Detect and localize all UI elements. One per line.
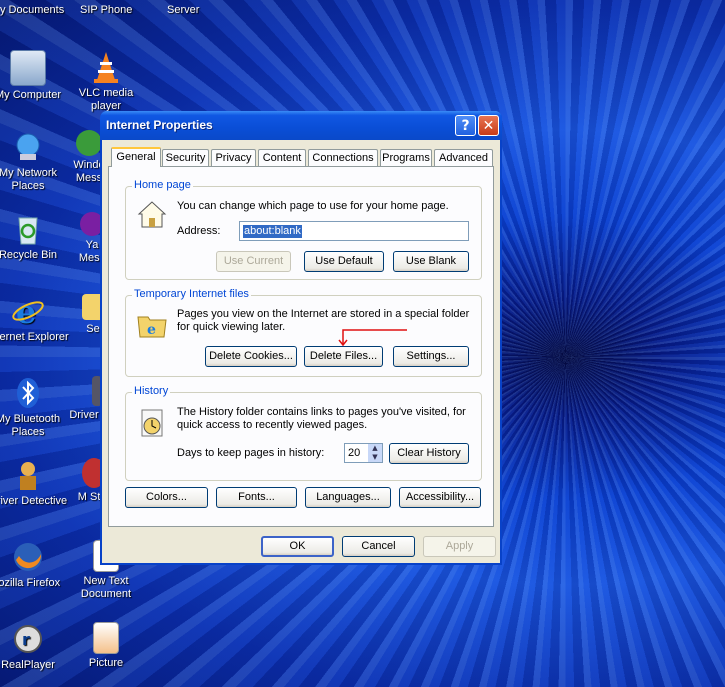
icon-label: My Network Places (0, 167, 58, 192)
icon-label: Driver Detective (0, 495, 68, 507)
icon-label: VLC media player (78, 87, 134, 112)
cancel-button[interactable]: Cancel (342, 536, 415, 557)
red-arrow-annotation (338, 329, 407, 347)
picture-icon (93, 622, 119, 654)
history-clock-icon (136, 406, 168, 438)
history-group-title: History (132, 385, 171, 397)
desktop-icon-firefox[interactable]: lozilla Firefox (0, 540, 70, 590)
spin-down-icon[interactable]: ▼ (368, 453, 382, 462)
use-current-button[interactable]: Use Current (216, 251, 291, 272)
days-label: Days to keep pages in history: (177, 447, 325, 459)
days-value: 20 (348, 447, 361, 459)
tab-general[interactable]: General (111, 147, 161, 167)
history-group: History The History folder contains link… (125, 385, 482, 481)
house-icon (136, 199, 168, 231)
colors-button[interactable]: Colors... (125, 487, 208, 508)
home-page-group: Home page You can change which page to u… (125, 179, 482, 280)
svg-text:r: r (22, 630, 30, 649)
tab-content[interactable]: Content (258, 149, 306, 166)
desktop-label-sip-phone[interactable]: SIP Phone (80, 4, 132, 16)
ok-button[interactable]: OK (261, 536, 334, 557)
tab-programs[interactable]: Programs (380, 149, 432, 166)
address-label: Address: (177, 225, 221, 237)
bluetooth-icon (11, 376, 45, 410)
vlc-cone-icon (89, 50, 123, 84)
title-bar[interactable]: Internet Properties ? ✕ (100, 111, 502, 140)
tab-security[interactable]: Security (162, 149, 209, 166)
firefox-icon (11, 540, 45, 574)
fonts-button[interactable]: Fonts... (216, 487, 297, 508)
driver-detective-icon (11, 458, 45, 492)
svg-text:e: e (147, 322, 156, 338)
computer-icon (10, 50, 46, 86)
temp-files-group: Temporary Internet files e Pages you vie… (125, 288, 482, 377)
tab-privacy[interactable]: Privacy (211, 149, 256, 166)
icon-label: lozilla Firefox (0, 577, 61, 589)
desktop-icon-internet-explorer[interactable]: e Internet Explorer (0, 293, 70, 344)
desktop-icon-recycle-bin[interactable]: Recycle Bin (0, 212, 70, 262)
icon-label: Picture (88, 657, 124, 669)
network-places-icon (11, 130, 45, 164)
messenger-icon (76, 130, 102, 156)
languages-button[interactable]: Languages... (305, 487, 391, 508)
icon-label: Recycle Bin (0, 249, 58, 261)
desktop-icon-network-places[interactable]: My Network Places (0, 130, 70, 193)
icon-label: Driver (69, 409, 99, 421)
desktop-icon-picture[interactable]: Picture (64, 622, 148, 670)
address-value: about:blank (243, 225, 302, 238)
temp-files-description-line2: for quick viewing later. (177, 321, 286, 333)
internet-properties-dialog: Internet Properties ? ✕ General Security… (100, 111, 502, 565)
desktop-label-server[interactable]: Server (167, 4, 199, 16)
realplayer-icon: r (11, 622, 45, 656)
apply-button[interactable]: Apply (423, 536, 496, 557)
history-description-line1: The History folder contains links to pag… (177, 406, 466, 418)
icon-label: My Bluetooth Places (0, 413, 61, 438)
temp-files-group-title: Temporary Internet files (132, 288, 251, 300)
internet-explorer-icon: e (11, 293, 45, 331)
home-page-group-title: Home page (132, 179, 193, 191)
use-default-button[interactable]: Use Default (304, 251, 384, 272)
desktop-icon-realplayer[interactable]: r RealPlayer (0, 622, 70, 672)
desktop-icon-vlc[interactable]: VLC media player (64, 50, 148, 113)
icon-label: Internet Explorer (0, 331, 69, 343)
days-stepper[interactable]: 20 ▲ ▼ (344, 443, 383, 463)
tab-advanced[interactable]: Advanced (434, 149, 493, 166)
desktop-icon-bluetooth[interactable]: My Bluetooth Places (0, 376, 70, 439)
delete-cookies-button[interactable]: Delete Cookies... (205, 346, 297, 367)
icon-label: My Computer (0, 89, 62, 101)
tab-connections[interactable]: Connections (308, 149, 378, 166)
desktop-icon-my-computer[interactable]: My Computer (0, 50, 70, 102)
desktop-label-my-documents[interactable]: y Documents (0, 4, 64, 16)
svg-text:e: e (16, 294, 36, 328)
temp-files-description-line1: Pages you view on the Internet are store… (177, 308, 470, 320)
desktop-icon-driver[interactable]: Driver (64, 376, 104, 422)
recycle-bin-icon (11, 212, 45, 246)
icon-label: RealPlayer (1, 659, 55, 671)
help-button[interactable]: ? (455, 115, 476, 136)
address-field[interactable]: about:blank (239, 221, 469, 241)
settings-button[interactable]: Settings... (393, 346, 469, 367)
general-tab-panel: Home page You can change which page to u… (108, 166, 494, 527)
home-page-description: You can change which page to use for you… (177, 200, 449, 212)
use-blank-button[interactable]: Use Blank (393, 251, 469, 272)
dialog-title: Internet Properties (106, 118, 213, 132)
temp-files-folder-icon: e (136, 309, 168, 341)
accessibility-button[interactable]: Accessibility... (399, 487, 481, 508)
icon-label: New Text Document (80, 575, 132, 600)
clear-history-button[interactable]: Clear History (389, 443, 469, 464)
desktop-icon-driver-detective[interactable]: Driver Detective (0, 458, 70, 508)
history-description-line2: quick access to recently viewed pages. (177, 419, 368, 431)
close-button[interactable]: ✕ (478, 115, 499, 136)
delete-files-button[interactable]: Delete Files... (304, 346, 383, 367)
